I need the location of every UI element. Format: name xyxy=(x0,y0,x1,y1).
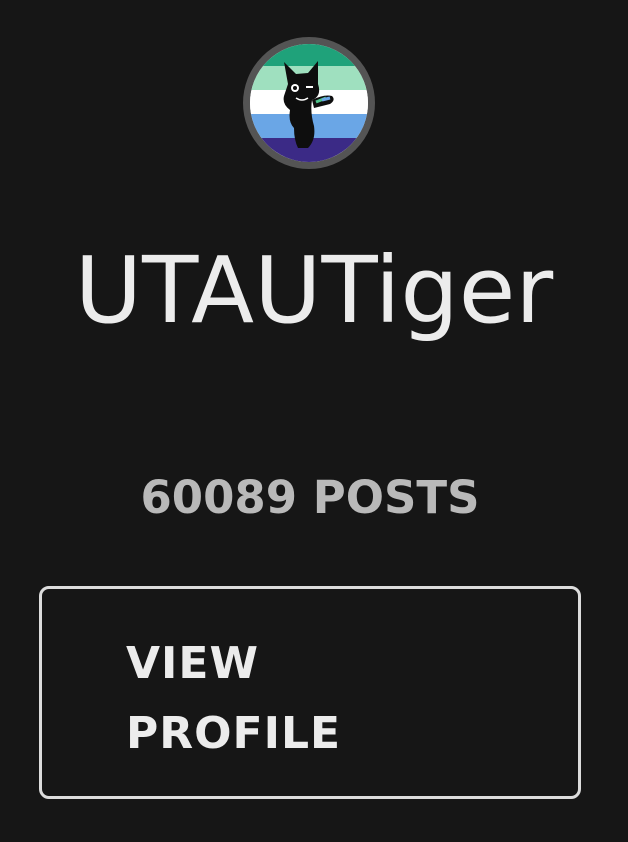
view-profile-label: VIEW PROFILE xyxy=(126,638,342,759)
avatar[interactable] xyxy=(243,37,375,169)
profile-card: UTAUTiger 60089 POSTS VIEW PROFILE xyxy=(0,0,628,842)
username[interactable]: UTAUTiger xyxy=(0,236,628,346)
black-cat-avatar-icon xyxy=(250,44,368,162)
post-count: 60089 POSTS xyxy=(140,471,480,524)
view-profile-button[interactable]: VIEW PROFILE xyxy=(39,586,581,799)
